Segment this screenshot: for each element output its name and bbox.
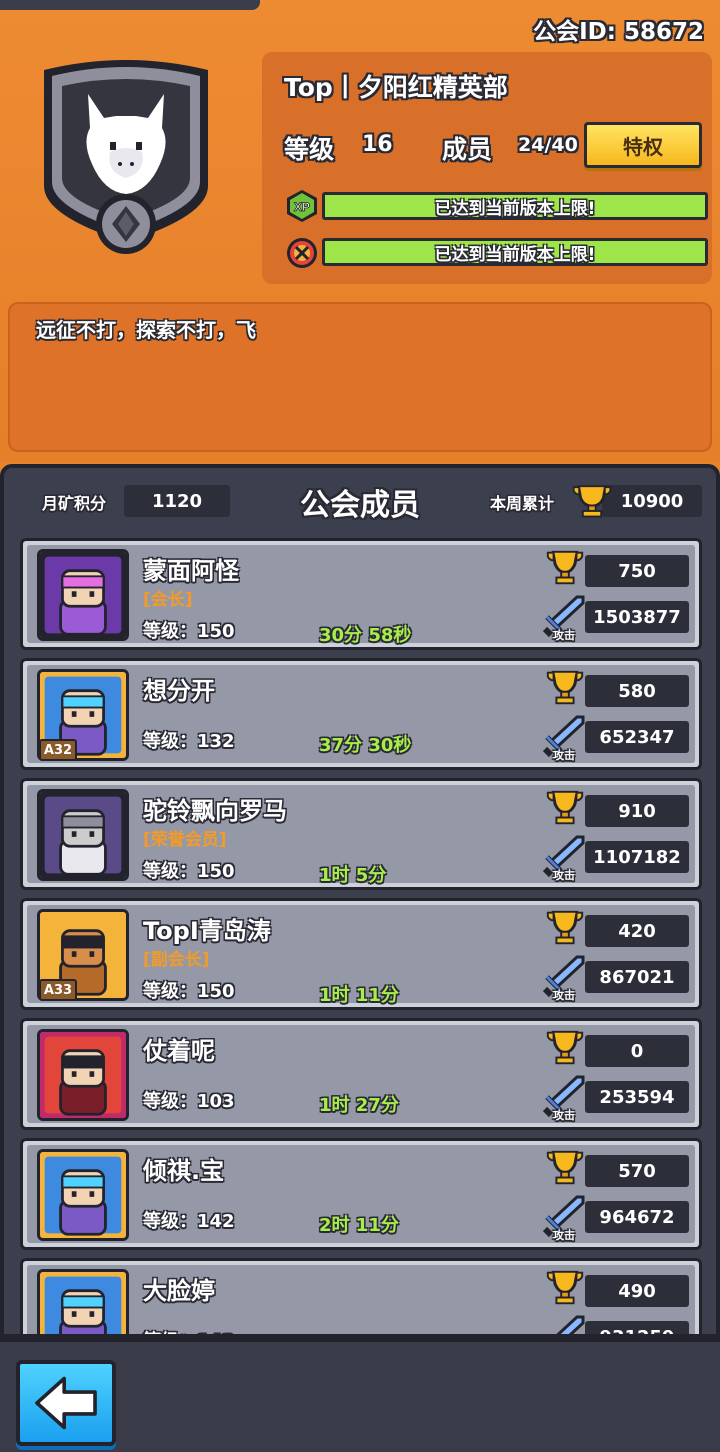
- attack-label: 攻击: [553, 1109, 575, 1122]
- level-value: 16: [362, 132, 393, 157]
- member-level: 等级：103: [143, 1091, 235, 1112]
- member-name: 蒙面阿怪: [143, 557, 239, 585]
- members-header: 月矿积分 1120 公会成员 本周累计 10900: [4, 468, 716, 532]
- back-button[interactable]: [16, 1360, 116, 1446]
- announcement-text: 远征不打，探索不打，飞: [36, 318, 256, 342]
- weekly-total-value: 10900: [602, 485, 702, 517]
- guild-id: 公会ID: 58672: [533, 19, 704, 45]
- monthly-points-value: 1120: [124, 485, 230, 517]
- member-trophies: 750: [585, 555, 689, 587]
- member-avatar[interactable]: [37, 1149, 129, 1241]
- medal-bar-row: 已达到当前版本上限!: [284, 234, 708, 270]
- member-row[interactable]: 蒙面阿怪 [会长] 等级：150 30分 58秒 750 攻击 1503877: [20, 538, 702, 650]
- trophy-icon: [541, 787, 589, 829]
- members-title: 公会成员: [300, 488, 420, 523]
- privilege-button[interactable]: 特权: [584, 122, 702, 168]
- member-last-online: 1时 11分: [319, 985, 399, 1006]
- monthly-points-label: 月矿积分: [42, 494, 107, 513]
- member-level: 等级：150: [143, 621, 235, 642]
- member-level: 等级：142: [143, 1327, 235, 1334]
- guild-header: 公会ID: 58672 Top丨夕阳红精英部 等级 16 成员 24/40 特权…: [0, 0, 720, 462]
- trophy-icon: [541, 1027, 589, 1069]
- attack-label: 攻击: [553, 1229, 575, 1242]
- trophy-icon: [541, 547, 589, 589]
- guild-name: Top丨夕阳红精英部: [284, 73, 508, 102]
- medal-icon: [284, 234, 320, 270]
- guild-announcement: 远征不打，探索不打，飞: [8, 302, 712, 452]
- attack-label: 攻击: [553, 989, 575, 1002]
- member-trophies: 580: [585, 675, 689, 707]
- member-name: 大脸婷: [143, 1277, 215, 1305]
- trophy-icon: [570, 478, 614, 522]
- member-row[interactable]: 大脸婷等级：142490攻击931259: [20, 1258, 702, 1334]
- trophy-icon: [541, 1267, 589, 1309]
- xp-progress-bar: 已达到当前版本上限!: [322, 192, 708, 220]
- member-name: TopI青岛涛: [143, 917, 271, 945]
- avatar-level-badge: A32: [39, 739, 77, 761]
- members-panel: 月矿积分 1120 公会成员 本周累计 10900 蒙面阿怪 [会长] 等级：150…: [0, 464, 720, 1338]
- member-last-online: 1时 27分: [319, 1095, 399, 1116]
- member-power: 964672: [585, 1201, 689, 1233]
- member-row[interactable]: 驼铃飘向罗马 [荣誉会员] 等级：150 1时 5分 910 攻击 1107182: [20, 778, 702, 890]
- member-power: 1107182: [585, 841, 689, 873]
- member-trophies: 910: [585, 795, 689, 827]
- guild-info-panel: Top丨夕阳红精英部 等级 16 成员 24/40 特权 XP 已达到当前版本上…: [262, 52, 712, 284]
- trophy-icon: [541, 907, 589, 949]
- llama-guild-emblem-icon[interactable]: [30, 46, 222, 260]
- member-trophies: 570: [585, 1155, 689, 1187]
- trophy-icon: [541, 667, 589, 709]
- member-name: 想分开: [143, 677, 215, 705]
- member-last-online: 2时 11分: [319, 1215, 399, 1236]
- member-last-online: 1时 5分: [319, 865, 387, 886]
- member-trophies: 0: [585, 1035, 689, 1067]
- member-level: 等级：150: [143, 861, 235, 882]
- member-trophies: 420: [585, 915, 689, 947]
- members-count: 24/40: [518, 134, 578, 156]
- member-role: [副会长]: [143, 950, 210, 970]
- trophy-icon: [541, 1147, 589, 1189]
- member-power: 931259: [585, 1321, 689, 1334]
- attack-label: 攻击: [553, 629, 575, 642]
- xp-bar-row: XP 已达到当前版本上限!: [284, 188, 708, 224]
- activity-progress-bar: 已达到当前版本上限!: [322, 238, 708, 266]
- sword-icon: [537, 1313, 587, 1334]
- back-arrow-icon: [35, 1376, 97, 1430]
- avatar-level-badge: A33: [39, 979, 77, 1001]
- member-power: 1503877: [585, 601, 689, 633]
- member-trophies: 490: [585, 1275, 689, 1307]
- member-power: 652347: [585, 721, 689, 753]
- weekly-total-label: 本周累计: [490, 494, 555, 513]
- member-role: [荣誉会员]: [143, 830, 227, 850]
- member-name: 仗着呢: [143, 1037, 215, 1065]
- member-avatar[interactable]: [37, 1029, 129, 1121]
- attack-label: 攻击: [553, 869, 575, 882]
- bottom-bar: [0, 1338, 720, 1452]
- xp-icon: XP: [284, 188, 320, 224]
- member-power: 253594: [585, 1081, 689, 1113]
- member-avatar[interactable]: [37, 1269, 129, 1334]
- member-row[interactable]: A32 想分开等级：132 37分 30秒 580 攻击 652347: [20, 658, 702, 770]
- level-label: 等级: [284, 135, 335, 164]
- member-row[interactable]: 仗着呢等级：103 1时 27分 0 攻击 253594: [20, 1018, 702, 1130]
- member-name: 倾祺.宝: [143, 1157, 225, 1185]
- members-label: 成员: [442, 135, 493, 164]
- attack-label: 攻击: [553, 749, 575, 762]
- member-last-online: 37分 30秒: [319, 735, 412, 756]
- member-avatar[interactable]: [37, 549, 129, 641]
- member-row[interactable]: 倾祺.宝等级：142 2时 11分 570 攻击 964672: [20, 1138, 702, 1250]
- member-avatar[interactable]: [37, 789, 129, 881]
- top-strip: [0, 0, 260, 10]
- svg-text:XP: XP: [294, 200, 310, 214]
- member-power: 867021: [585, 961, 689, 993]
- member-row[interactable]: A33 TopI青岛涛 [副会长] 等级：150 1时 11分 420 攻击 867021: [20, 898, 702, 1010]
- member-level: 等级：150: [143, 981, 235, 1002]
- member-role: [会长]: [143, 590, 193, 610]
- member-name: 驼铃飘向罗马: [143, 797, 287, 825]
- member-level: 等级：132: [143, 731, 235, 752]
- member-last-online: 30分 58秒: [319, 625, 412, 646]
- member-level: 等级：142: [143, 1211, 235, 1232]
